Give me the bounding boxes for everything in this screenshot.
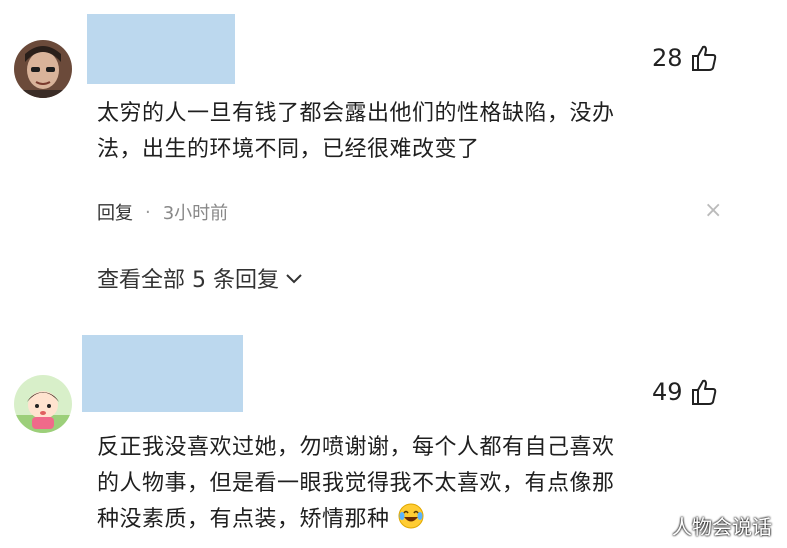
comment-text: 太穷的人一旦有钱了都会露出他们的性格缺陷，没办 法，出生的环境不同，已经很难改变…: [97, 96, 737, 168]
comment-meta: 回复 · 3小时前: [97, 199, 228, 225]
view-all-replies-button[interactable]: 查看全部 5 条回复: [97, 262, 305, 294]
like-count: 49: [652, 378, 683, 406]
crying-laughing-emoji-icon: [398, 503, 424, 529]
comment-line: 太穷的人一旦有钱了都会露出他们的性格缺陷，没办: [97, 101, 615, 126]
separator-dot: ·: [145, 201, 151, 223]
avatar-photo-icon: [14, 40, 72, 98]
close-icon[interactable]: ×: [704, 198, 722, 223]
like-count: 28: [652, 44, 683, 72]
avatar[interactable]: [14, 375, 72, 433]
comment-line: 法，出生的环境不同，已经很难改变了: [97, 137, 480, 162]
comment-line-last: 种没素质，有点装，矫情那种: [97, 502, 737, 538]
comment-line: 反正我没喜欢过她，勿喷谢谢，每个人都有自己喜欢: [97, 435, 615, 460]
comment-line: 种没素质，有点装，矫情那种: [97, 507, 390, 532]
thumbs-up-icon[interactable]: [691, 378, 717, 406]
chevron-down-icon: [286, 274, 302, 284]
like-count-group[interactable]: 49: [652, 378, 717, 406]
avatar[interactable]: [14, 40, 72, 98]
username-redacted: [87, 14, 235, 84]
comment-text: 反正我没喜欢过她，勿喷谢谢，每个人都有自己喜欢 的人物事，但是看一眼我觉得我不太…: [97, 430, 737, 538]
watermark: 人物会说话: [672, 515, 772, 539]
like-count-group[interactable]: 28: [652, 44, 717, 72]
reply-button[interactable]: 回复: [97, 199, 133, 225]
comment-line: 的人物事，但是看一眼我觉得我不太喜欢，有点像那: [97, 471, 615, 496]
timestamp: 3小时前: [162, 203, 229, 224]
avatar-cartoon-icon: [14, 375, 72, 433]
thumbs-up-icon[interactable]: [691, 44, 717, 72]
username-redacted: [82, 335, 243, 412]
view-all-replies-label: 查看全部 5 条回复: [97, 268, 279, 293]
